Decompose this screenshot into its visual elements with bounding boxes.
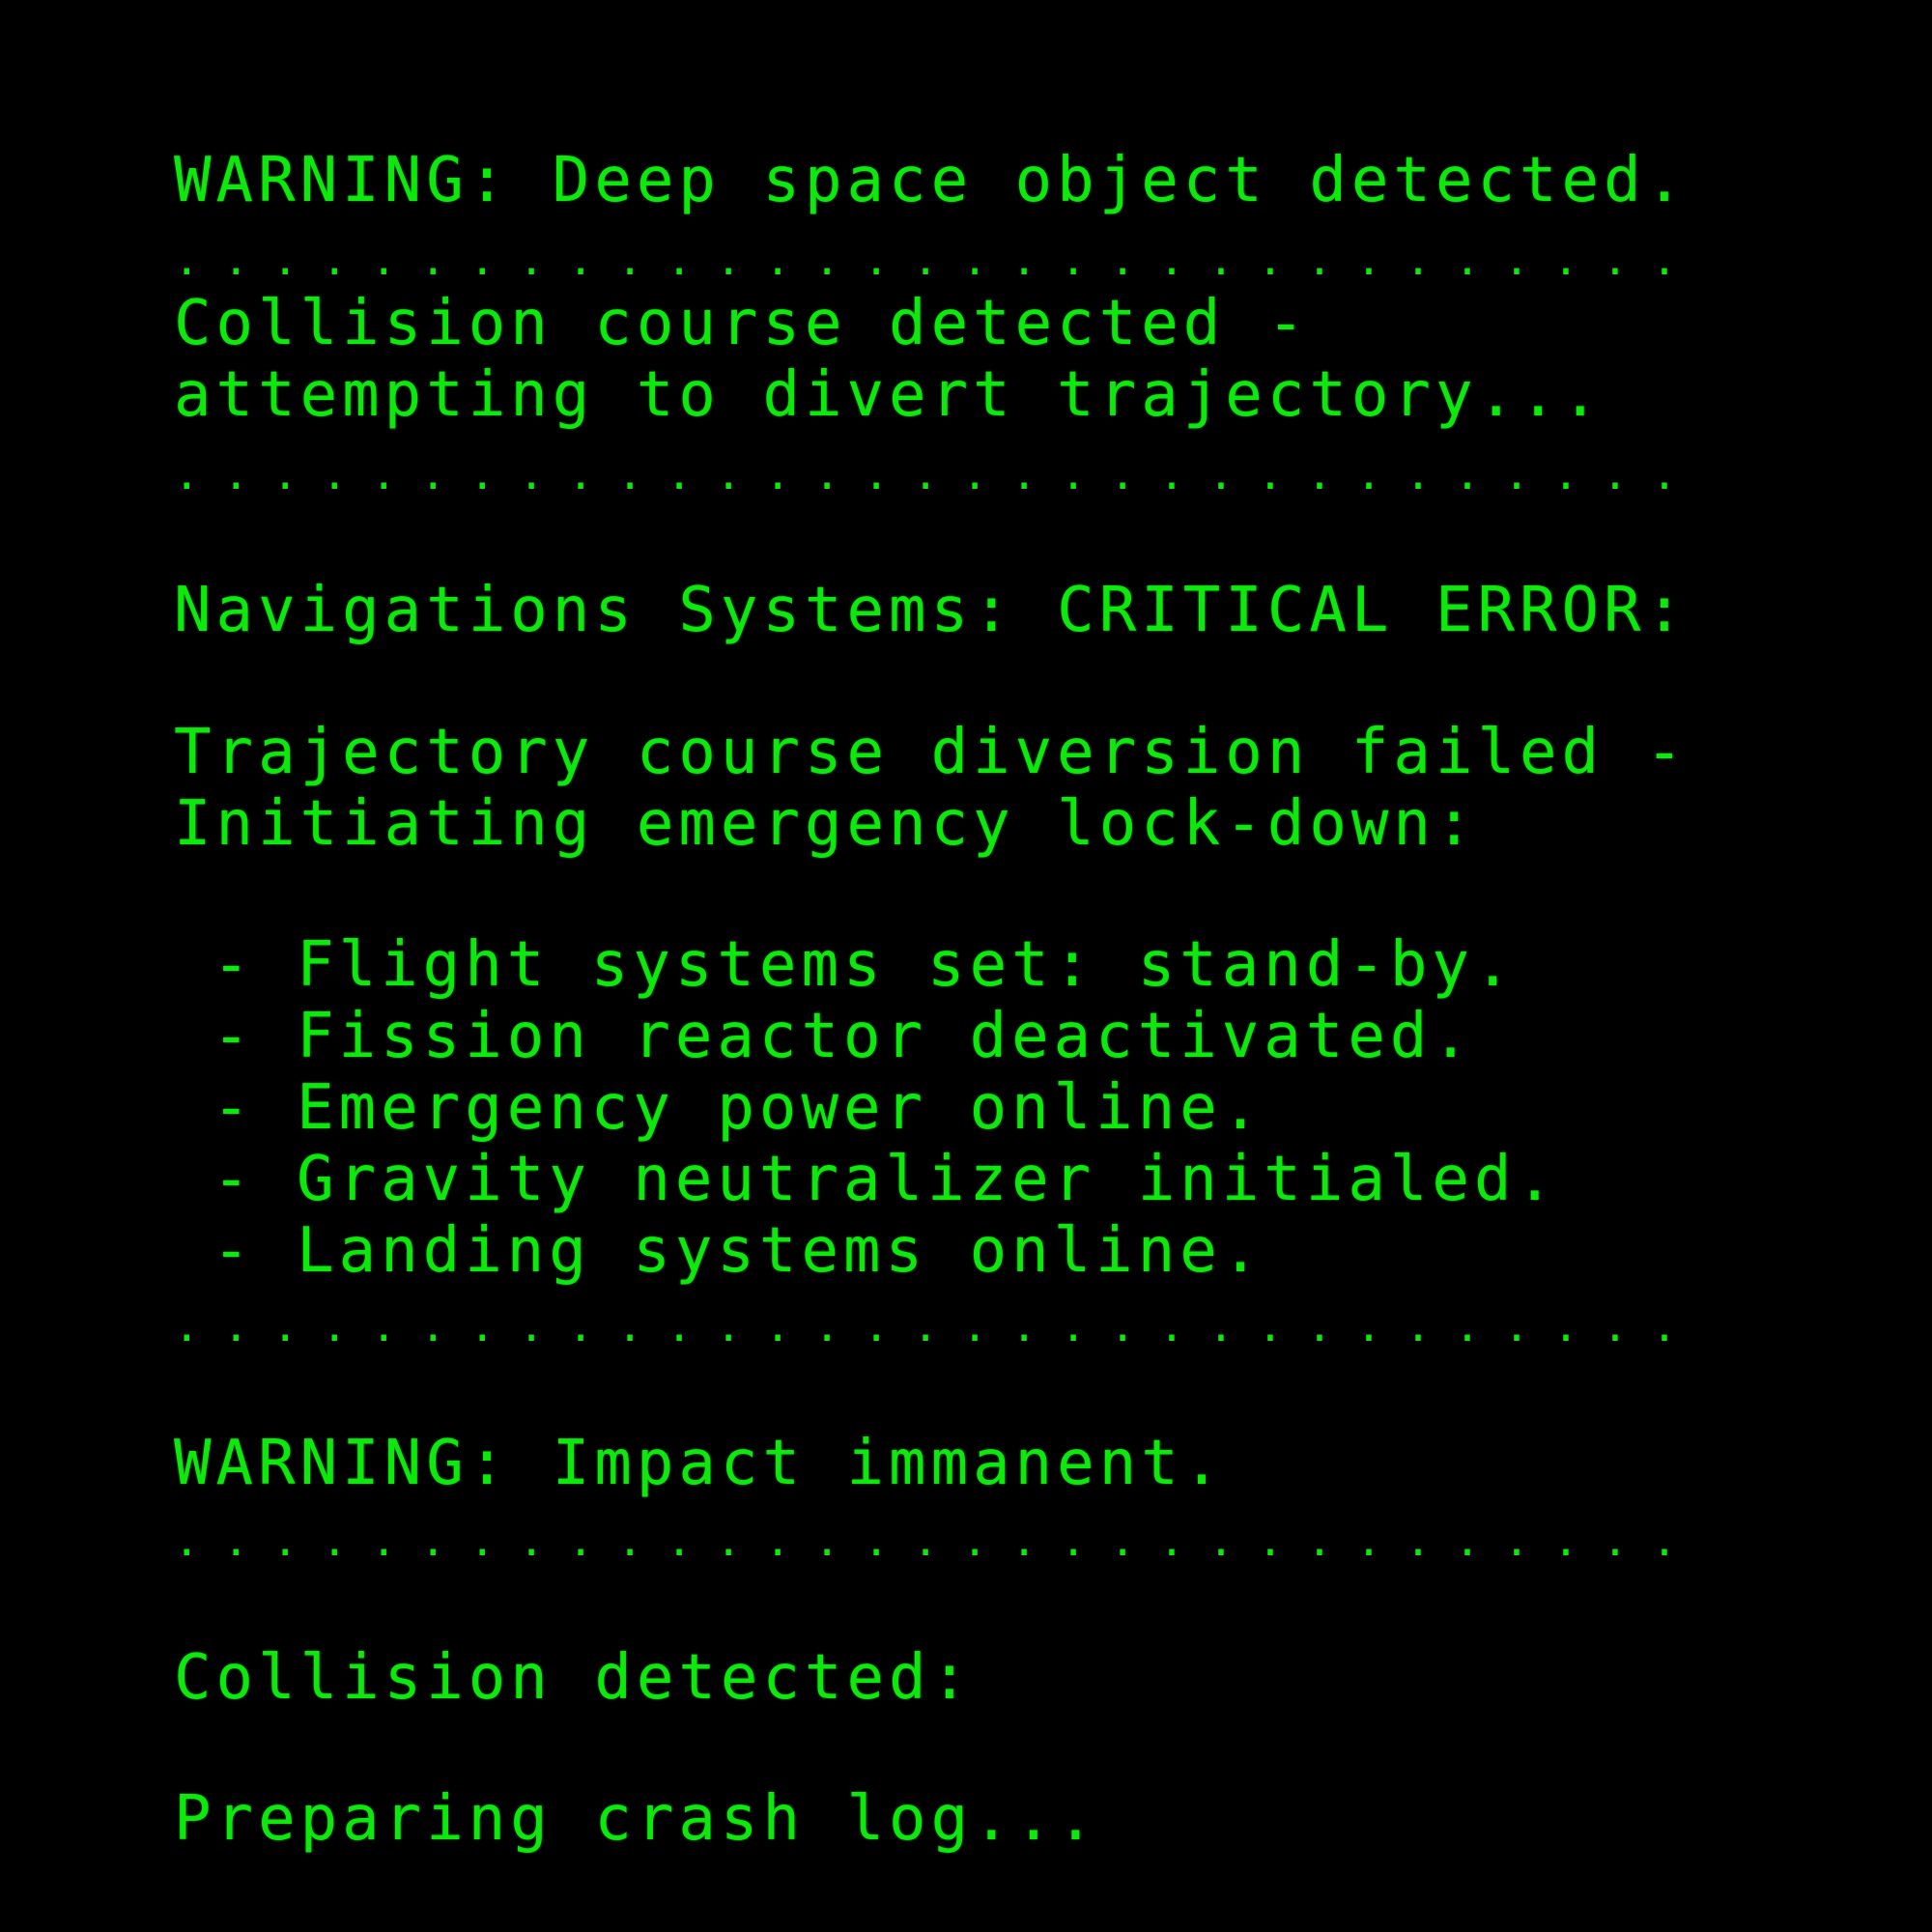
status-item-landing-systems: - Landing systems online. [213, 1215, 1264, 1287]
status-item-flight-systems: - Flight systems set: stand-by. [213, 929, 1517, 1001]
diversion-failed-line: Trajectory course diversion failed - [174, 717, 1689, 788]
separator-dots-1: ........................................ [174, 240, 1681, 282]
divert-trajectory-line: attempting to divert trajectory... [174, 359, 1605, 431]
separator-dots-4: ........................................ [174, 1520, 1681, 1563]
collision-detected-line: Collision detected: [174, 1642, 974, 1714]
separator-dots-3: ........................................ [174, 1306, 1681, 1349]
crash-log-line: Preparing crash log... [174, 1783, 1099, 1855]
warning-deep-space-line: WARNING: Deep space object detected. [174, 145, 1689, 216]
navigation-error-line: Navigations Systems: CRITICAL ERROR: [174, 575, 1689, 646]
status-item-fission-reactor: - Fission reactor deactivated. [213, 1001, 1474, 1072]
status-item-emergency-power: - Emergency power online. [213, 1072, 1264, 1144]
separator-dots-2: ........................................ [174, 454, 1681, 497]
warning-impact-line: WARNING: Impact immanent. [174, 1428, 1226, 1499]
terminal-screen: WARNING: Deep space object detected. ...… [0, 0, 1932, 1932]
status-item-gravity-neutralizer: - Gravity neutralizer initialed. [213, 1144, 1558, 1215]
collision-course-line: Collision course detected - [174, 288, 1310, 359]
lockdown-line: Initiating emergency lock-down: [174, 788, 1478, 860]
